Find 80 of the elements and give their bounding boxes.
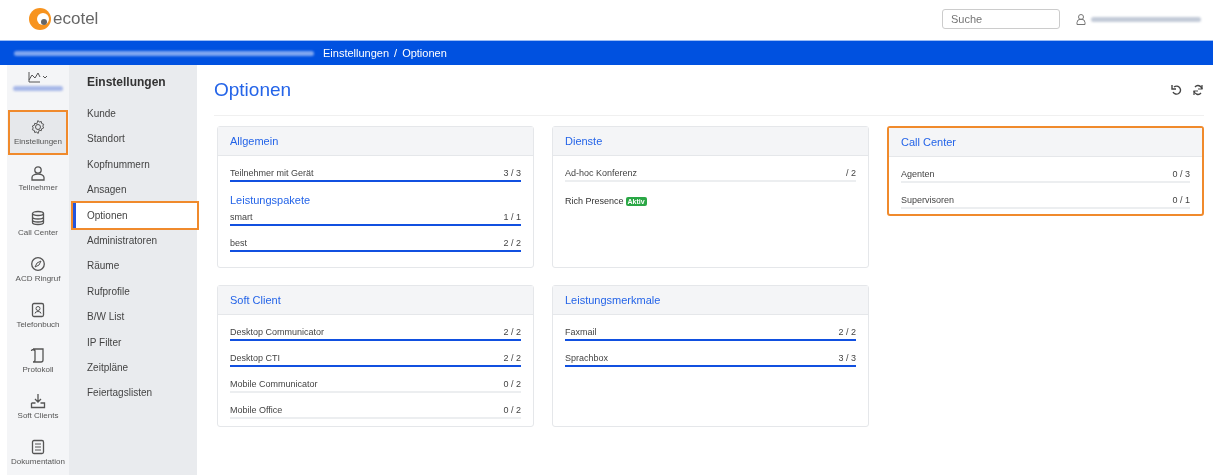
user-icon bbox=[1076, 13, 1086, 25]
submenu-item[interactable]: Räume bbox=[73, 253, 197, 279]
logo-text: ecotel bbox=[53, 9, 99, 29]
option-count: 0 / 3 bbox=[1172, 169, 1190, 179]
breadcrumb-link[interactable]: Optionen bbox=[402, 47, 447, 59]
submenu-item[interactable]: Standort bbox=[73, 126, 197, 152]
submenu-item[interactable]: Feiertagslisten bbox=[73, 380, 197, 406]
nav-item[interactable]: Teilnehmer bbox=[8, 155, 68, 202]
option-count: 2 / 2 bbox=[838, 327, 856, 337]
nav-item[interactable]: Soft Clients bbox=[8, 383, 68, 430]
page-title: Optionen bbox=[214, 79, 293, 101]
option-count: 2 / 2 bbox=[503, 238, 521, 248]
submenu-item[interactable]: Ansagen bbox=[73, 177, 197, 203]
nav-label: Teilnehmer bbox=[18, 182, 58, 192]
option-label: best bbox=[230, 238, 247, 248]
option-label: Rich Presence bbox=[565, 196, 624, 206]
database-icon bbox=[30, 210, 46, 227]
nav-label: Call Center bbox=[18, 228, 58, 238]
breadcrumb-separator: / bbox=[394, 47, 398, 59]
nav-label: Telefonbuch bbox=[16, 319, 60, 329]
option-count: 1 / 1 bbox=[503, 212, 521, 222]
compass-icon bbox=[30, 256, 46, 273]
option-count: / 2 bbox=[846, 168, 856, 178]
option-count: 3 / 3 bbox=[503, 168, 521, 178]
submenu-item[interactable]: Optionen bbox=[73, 202, 197, 228]
option-count: 0 / 2 bbox=[503, 405, 521, 415]
submenu-item[interactable]: Zeitpläne bbox=[73, 354, 197, 381]
card-title: Soft Client bbox=[218, 286, 533, 315]
option-label: Agenten bbox=[901, 169, 935, 179]
nav-label: ACD Ringruf bbox=[15, 274, 61, 284]
option-count: 3 / 3 bbox=[838, 353, 856, 363]
submenu-title: Einstellungen bbox=[86, 75, 167, 91]
redacted-text bbox=[13, 86, 63, 91]
breadcrumb-link[interactable]: Einstellungen bbox=[323, 47, 390, 59]
card-title: Allgemein bbox=[218, 127, 533, 156]
nav-label: Protokoll bbox=[22, 365, 54, 375]
option-count: 2 / 2 bbox=[503, 353, 521, 363]
submenu-item[interactable]: IP Filter bbox=[73, 329, 197, 355]
option-count: 2 / 2 bbox=[503, 327, 521, 337]
option-label: Desktop Communicator bbox=[230, 327, 325, 337]
card-title: Dienste bbox=[553, 127, 868, 156]
contact-card-icon bbox=[30, 301, 46, 318]
nav-label: Soft Clients bbox=[17, 411, 59, 420]
nav-item[interactable]: ACD Ringruf bbox=[8, 246, 68, 293]
card-title: Call Center bbox=[889, 128, 1202, 157]
nav-label: Dokumentation bbox=[11, 456, 65, 466]
undo-icon[interactable] bbox=[1171, 84, 1183, 96]
nav-label: Einstellungen bbox=[13, 137, 62, 147]
option-label: Mobile Communicator bbox=[230, 379, 318, 389]
option-label: smart bbox=[230, 212, 253, 222]
submenu-item[interactable]: Kopfnummern bbox=[73, 151, 197, 178]
option-count: 0 / 2 bbox=[503, 379, 521, 389]
chart-icon[interactable] bbox=[28, 71, 48, 83]
option-label: Mobile Office bbox=[230, 405, 283, 415]
option-label: Supervisoren bbox=[901, 195, 955, 205]
nav-item[interactable]: Call Center bbox=[8, 201, 68, 247]
option-label: Desktop CTI bbox=[230, 353, 280, 363]
section-heading: Leistungspakete bbox=[230, 193, 312, 206]
option-label: Teilnehmer mit Gerät bbox=[230, 168, 314, 178]
search-field[interactable]: Suche bbox=[942, 9, 1060, 29]
submenu-item[interactable]: Rufprofile bbox=[73, 278, 197, 305]
option-label: Sprachbox bbox=[565, 353, 609, 363]
logo-icon bbox=[28, 7, 52, 31]
refresh-icon[interactable] bbox=[1192, 84, 1204, 96]
nav-item[interactable]: Dokumentation bbox=[8, 429, 68, 475]
nav-item[interactable]: Telefonbuch bbox=[8, 292, 68, 339]
scroll-icon bbox=[30, 347, 46, 364]
submenu-item[interactable]: Kunde bbox=[73, 101, 197, 127]
option-label: Faxmail bbox=[565, 327, 597, 337]
settings-icon bbox=[30, 119, 46, 136]
download-icon bbox=[30, 393, 46, 409]
nav-item[interactable]: Einstellungen bbox=[8, 109, 68, 156]
option-label: Ad-hoc Konferenz bbox=[565, 168, 638, 178]
nav-item[interactable]: Protokoll bbox=[8, 338, 68, 384]
document-icon bbox=[30, 438, 46, 455]
submenu-item[interactable]: Administratoren bbox=[73, 227, 197, 254]
person-icon bbox=[30, 164, 46, 181]
submenu-item[interactable]: B/W List bbox=[73, 304, 197, 330]
card-title: Leistungsmerkmale bbox=[553, 286, 868, 315]
option-count: 0 / 1 bbox=[1172, 195, 1190, 205]
